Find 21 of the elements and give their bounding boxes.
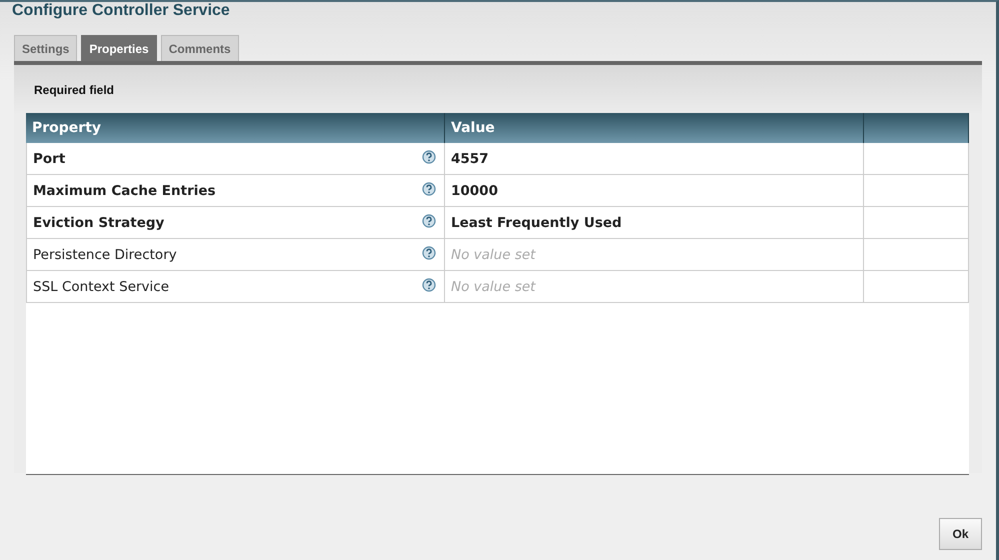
help-icon[interactable] [422, 214, 436, 228]
tab[interactable]: Properties [81, 35, 157, 61]
ok-button[interactable]: Ok [939, 518, 982, 550]
column-header: Property [26, 113, 445, 143]
help-icon[interactable] [422, 246, 436, 260]
property-name: Maximum Cache Entries [33, 182, 216, 198]
property-value[interactable]: 10000 [451, 182, 498, 198]
tab[interactable]: Comments [160, 35, 239, 61]
dialog-title: Configure Controller Service [12, 2, 231, 21]
property-name: Persistence Directory [33, 246, 177, 262]
property-name: SSL Context Service [33, 278, 170, 294]
help-icon[interactable] [422, 278, 436, 292]
column-header: Value [445, 113, 864, 143]
property-value[interactable]: 4557 [451, 150, 489, 166]
required-note: Required field [33, 82, 116, 99]
tab[interactable]: Settings [14, 35, 78, 61]
property-name: Port [33, 150, 66, 166]
property-name: Eviction Strategy [33, 214, 164, 230]
help-icon[interactable] [422, 182, 436, 196]
help-icon[interactable] [422, 150, 436, 164]
property-value[interactable]: Least Frequently Used [451, 214, 622, 230]
